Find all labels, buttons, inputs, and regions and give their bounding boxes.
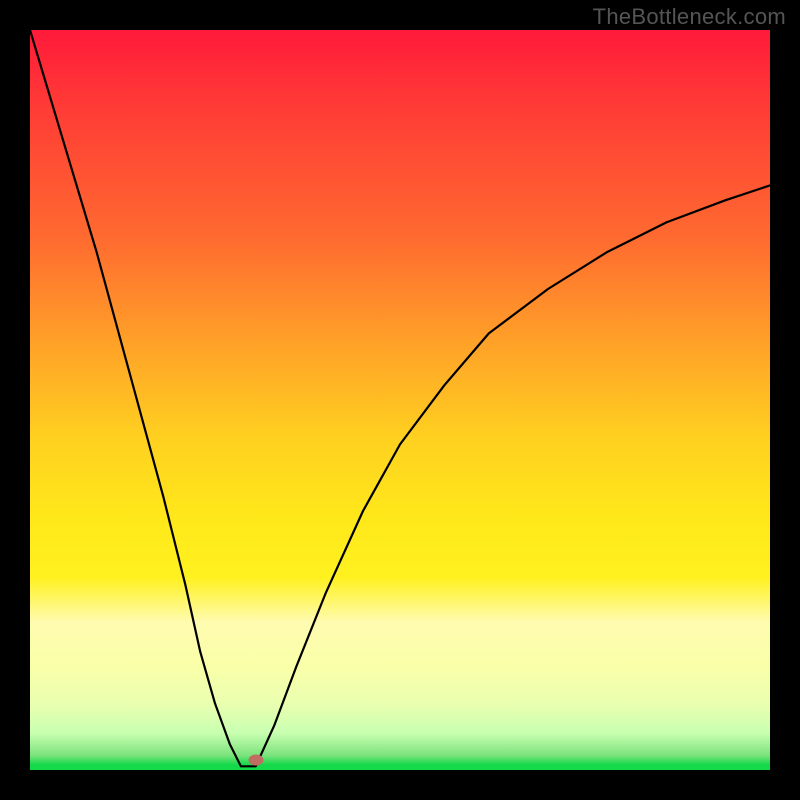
plot-area bbox=[30, 30, 770, 770]
watermark-text: TheBottleneck.com bbox=[593, 4, 786, 30]
chart-stage: TheBottleneck.com bbox=[0, 0, 800, 800]
minimum-marker-icon bbox=[248, 754, 263, 765]
bottleneck-curve bbox=[30, 30, 770, 770]
